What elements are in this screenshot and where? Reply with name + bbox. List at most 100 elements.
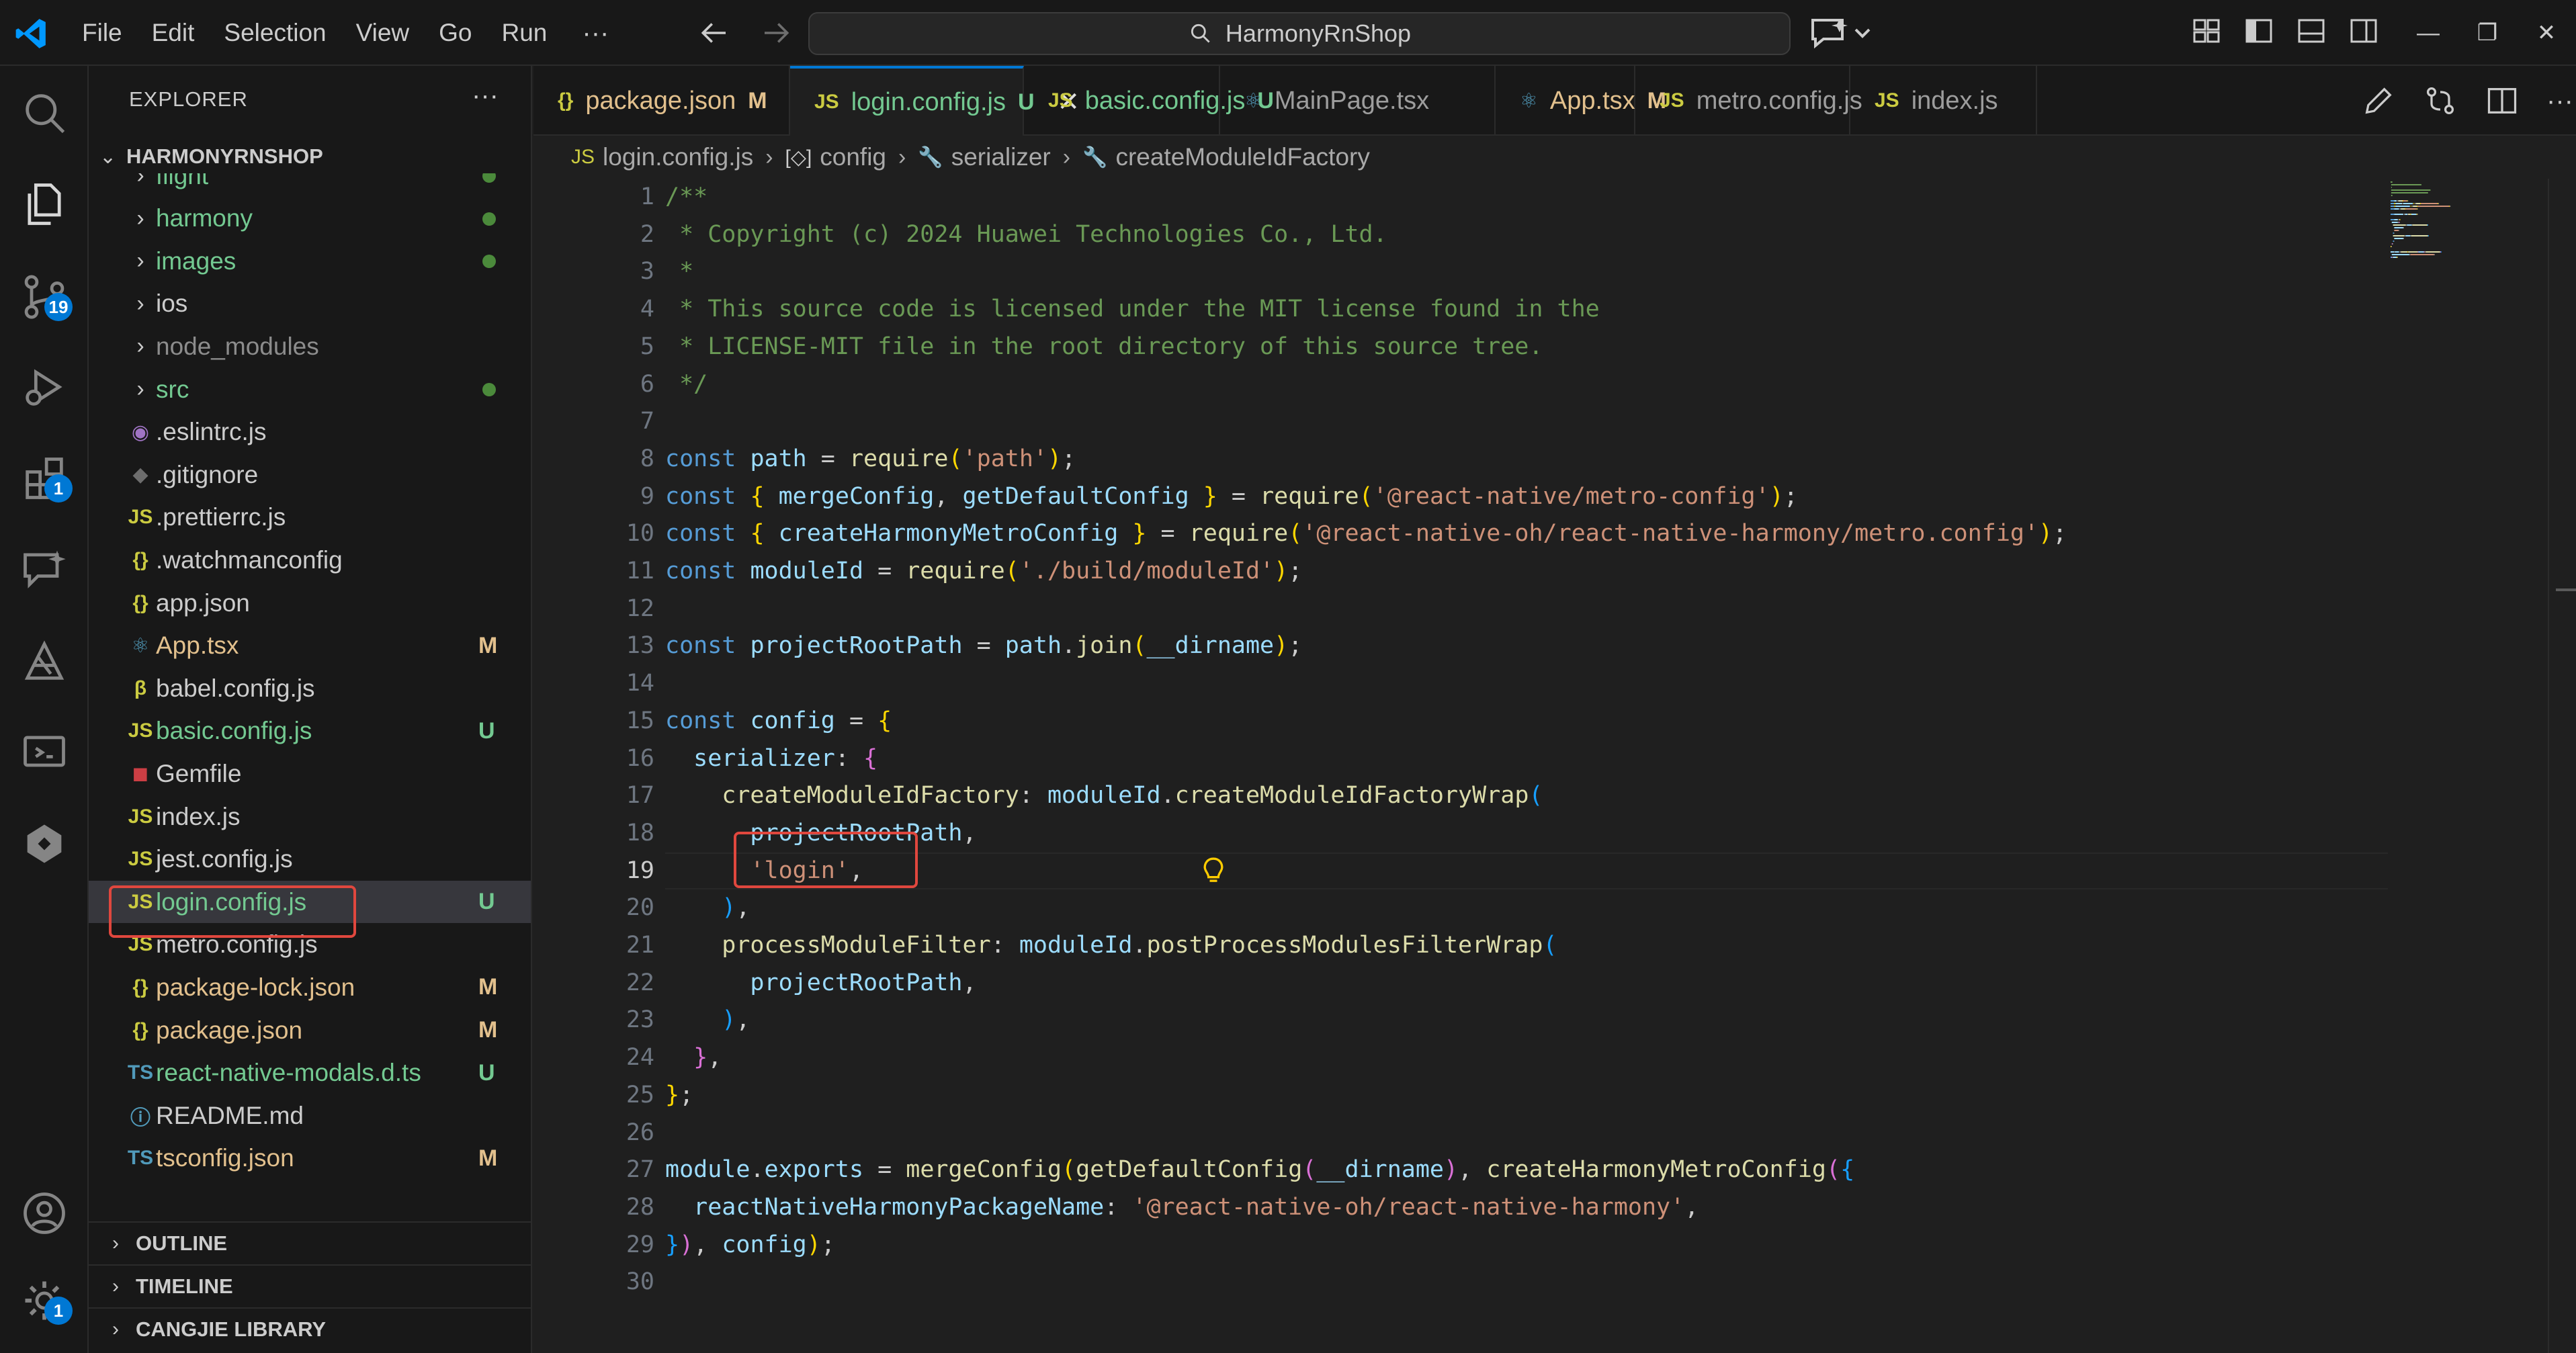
section-outline[interactable]: › OUTLINE <box>89 1221 531 1264</box>
scrollbar-thumb[interactable] <box>2556 588 2576 591</box>
menu-go[interactable]: Go <box>424 0 486 66</box>
tree-item-readme-md[interactable]: ⓘ README.md <box>89 1094 531 1137</box>
restore-button[interactable]: ❐ <box>2458 0 2517 66</box>
copilot-chat-icon[interactable] <box>1807 15 1875 52</box>
menu-selection[interactable]: Selection <box>209 0 341 66</box>
activity-source-control[interactable]: 19 <box>19 271 73 322</box>
file-type-icon: ⓘ <box>130 1106 151 1129</box>
minimize-button[interactable]: — <box>2399 0 2458 66</box>
tree-item-metro-config-js[interactable]: JS metro.config.js <box>89 924 531 966</box>
code-token: '@react-native-oh/react-native-harmony/m… <box>1302 520 2039 548</box>
file-type-icon: JS <box>814 91 839 113</box>
tree-item-prettierrc-js[interactable]: JS .prettierrc.js <box>89 496 531 539</box>
activity-search[interactable] <box>19 87 70 138</box>
section-cangjie-library[interactable]: › CANGJIE LIBRARY <box>89 1307 531 1350</box>
customize-layout-icon[interactable] <box>2190 15 2223 47</box>
tab-label: index.js <box>1911 86 1998 115</box>
tree-item-tsconfig-json[interactable]: TS tsconfig.json M <box>89 1137 531 1180</box>
tab-package-json[interactable]: {} package.json M <box>533 66 790 136</box>
forward-arrow-icon[interactable] <box>759 15 795 51</box>
code-token: , <box>1684 1193 1699 1221</box>
lightbulb-icon[interactable] <box>1199 853 1228 889</box>
tree-item-package-json[interactable]: {} package.json M <box>89 1009 531 1051</box>
minimap[interactable] <box>2388 179 2529 1353</box>
tree-item-src[interactable]: › src <box>89 368 531 410</box>
tree-item-jest-config-js[interactable]: JS jest.config.js <box>89 838 531 881</box>
code-token: module <box>665 1156 750 1184</box>
minimap-token <box>2395 203 2403 204</box>
line-content: * LICENSE-MIT file in the root directory… <box>665 329 1543 365</box>
tab-mainpage-tsx[interactable]: ⚛ MainPage.tsx <box>1220 66 1496 136</box>
tree-item-index-js[interactable]: JS index.js <box>89 795 531 838</box>
breadcrumb-item-createmoduleidfactory[interactable]: 🔧 createModuleIdFactory <box>1082 143 1370 171</box>
menu-more-button[interactable]: ··· <box>562 18 629 48</box>
activity-remote-explorer[interactable] <box>19 727 70 778</box>
tree-item-images[interactable]: › images <box>89 240 531 282</box>
menu-file[interactable]: File <box>67 0 137 66</box>
minimap-token <box>2410 254 2434 255</box>
code-token: path <box>1004 632 1062 660</box>
code-editor[interactable]: 1 /** 2 * Copyright (c) 2024 Huawei Techno… <box>533 179 2388 1353</box>
tree-item-gitignore[interactable]: ◆ .gitignore <box>89 453 531 496</box>
tree-item-node-modules[interactable]: › node_modules <box>89 325 531 367</box>
edit-pencil-icon[interactable] <box>2361 83 2396 118</box>
breadcrumb-item-config[interactable]: [◇] config <box>785 143 886 171</box>
code-line: 22 projectRootPath, <box>533 965 2388 1002</box>
minimap-token <box>2391 257 2393 258</box>
activity-deveco[interactable] <box>19 636 70 687</box>
section-timeline[interactable]: › TIMELINE <box>89 1264 531 1307</box>
code-token: require <box>1260 482 1359 510</box>
editor-more-actions-button[interactable]: ··· <box>2546 83 2573 118</box>
tree-item-babel-config-js[interactable]: β babel.config.js <box>89 667 531 709</box>
tree-item-login-config-js[interactable]: JS login.config.js U <box>89 881 531 924</box>
tab-metro-config-js[interactable]: JS metro.config.js <box>1635 66 1862 136</box>
editor-scrollbar[interactable] <box>2548 179 2576 1353</box>
close-window-button[interactable]: ✕ <box>2517 0 2576 66</box>
activity-chat[interactable] <box>19 544 70 595</box>
toggle-primary-sidebar-icon[interactable] <box>2243 15 2275 47</box>
toggle-panel-icon[interactable] <box>2295 15 2327 47</box>
menu-run[interactable]: Run <box>487 0 562 66</box>
breadcrumb-item-login-config-js[interactable]: JS login.config.js <box>571 143 753 171</box>
split-editor-icon[interactable] <box>2485 83 2520 118</box>
activity-explorer[interactable] <box>19 179 70 230</box>
minimap-token <box>2418 251 2424 253</box>
tab-index-js[interactable]: JS index.js <box>1850 66 2037 136</box>
menu-view[interactable]: View <box>341 0 425 66</box>
tree-item-app-json[interactable]: {} app.json <box>89 582 531 624</box>
tree-item-label: node_modules <box>156 332 319 360</box>
activity-harmony[interactable] <box>19 818 70 869</box>
tree-item-flight[interactable]: › flight <box>89 173 531 197</box>
back-arrow-icon[interactable] <box>695 15 732 51</box>
tree-item-eslintrc-js[interactable]: ◉ .eslintrc.js <box>89 411 531 453</box>
toggle-secondary-sidebar-icon[interactable] <box>2348 15 2380 47</box>
tree-item-ios[interactable]: › ios <box>89 283 531 325</box>
code-token: . <box>1062 632 1076 660</box>
activity-run-debug[interactable] <box>19 361 70 412</box>
tree-item-react-native-modals-d-ts[interactable]: TS react-native-modals.d.ts U <box>89 1052 531 1094</box>
menu-edit[interactable]: Edit <box>137 0 210 66</box>
activity-extensions[interactable]: 1 <box>19 453 73 504</box>
section-outline-label: OUTLINE <box>136 1231 228 1255</box>
minimap-token <box>2394 208 2399 210</box>
compare-changes-icon[interactable] <box>2423 83 2458 118</box>
activity-manage[interactable]: 1 <box>19 1275 73 1326</box>
workspace-root-folder[interactable]: ⌄ HARMONYRNSHOP <box>89 140 531 173</box>
tab-login-config-js[interactable]: JS login.config.js U ✕ <box>790 66 1080 136</box>
tab-app-tsx[interactable]: ⚛ App.tsx M <box>1496 66 1666 136</box>
command-center-search[interactable]: HarmonyRnShop <box>808 12 1791 55</box>
code-token: * LICENSE-MIT file in the root directory… <box>665 333 1543 360</box>
explorer-more-button[interactable]: ··· <box>472 81 499 111</box>
code-token: ( <box>1288 520 1303 548</box>
tree-item-watchmanconfig[interactable]: {} .watchmanconfig <box>89 539 531 581</box>
minimap-token <box>2393 232 2395 234</box>
tree-item-package-lock-json[interactable]: {} package-lock.json M <box>89 966 531 1008</box>
tree-item-app-tsx[interactable]: ⚛ App.tsx M <box>89 625 531 667</box>
code-token: ( <box>1529 782 1543 810</box>
tab-basic-config-js[interactable]: JS basic.config.js U <box>1024 66 1274 136</box>
tree-item-gemfile[interactable]: ◼ Gemfile <box>89 752 531 795</box>
tree-item-harmony[interactable]: › harmony <box>89 198 531 240</box>
activity-accounts[interactable] <box>19 1188 70 1239</box>
tree-item-basic-config-js[interactable]: JS basic.config.js U <box>89 710 531 752</box>
breadcrumb-item-serializer[interactable]: 🔧 serializer <box>918 143 1050 171</box>
